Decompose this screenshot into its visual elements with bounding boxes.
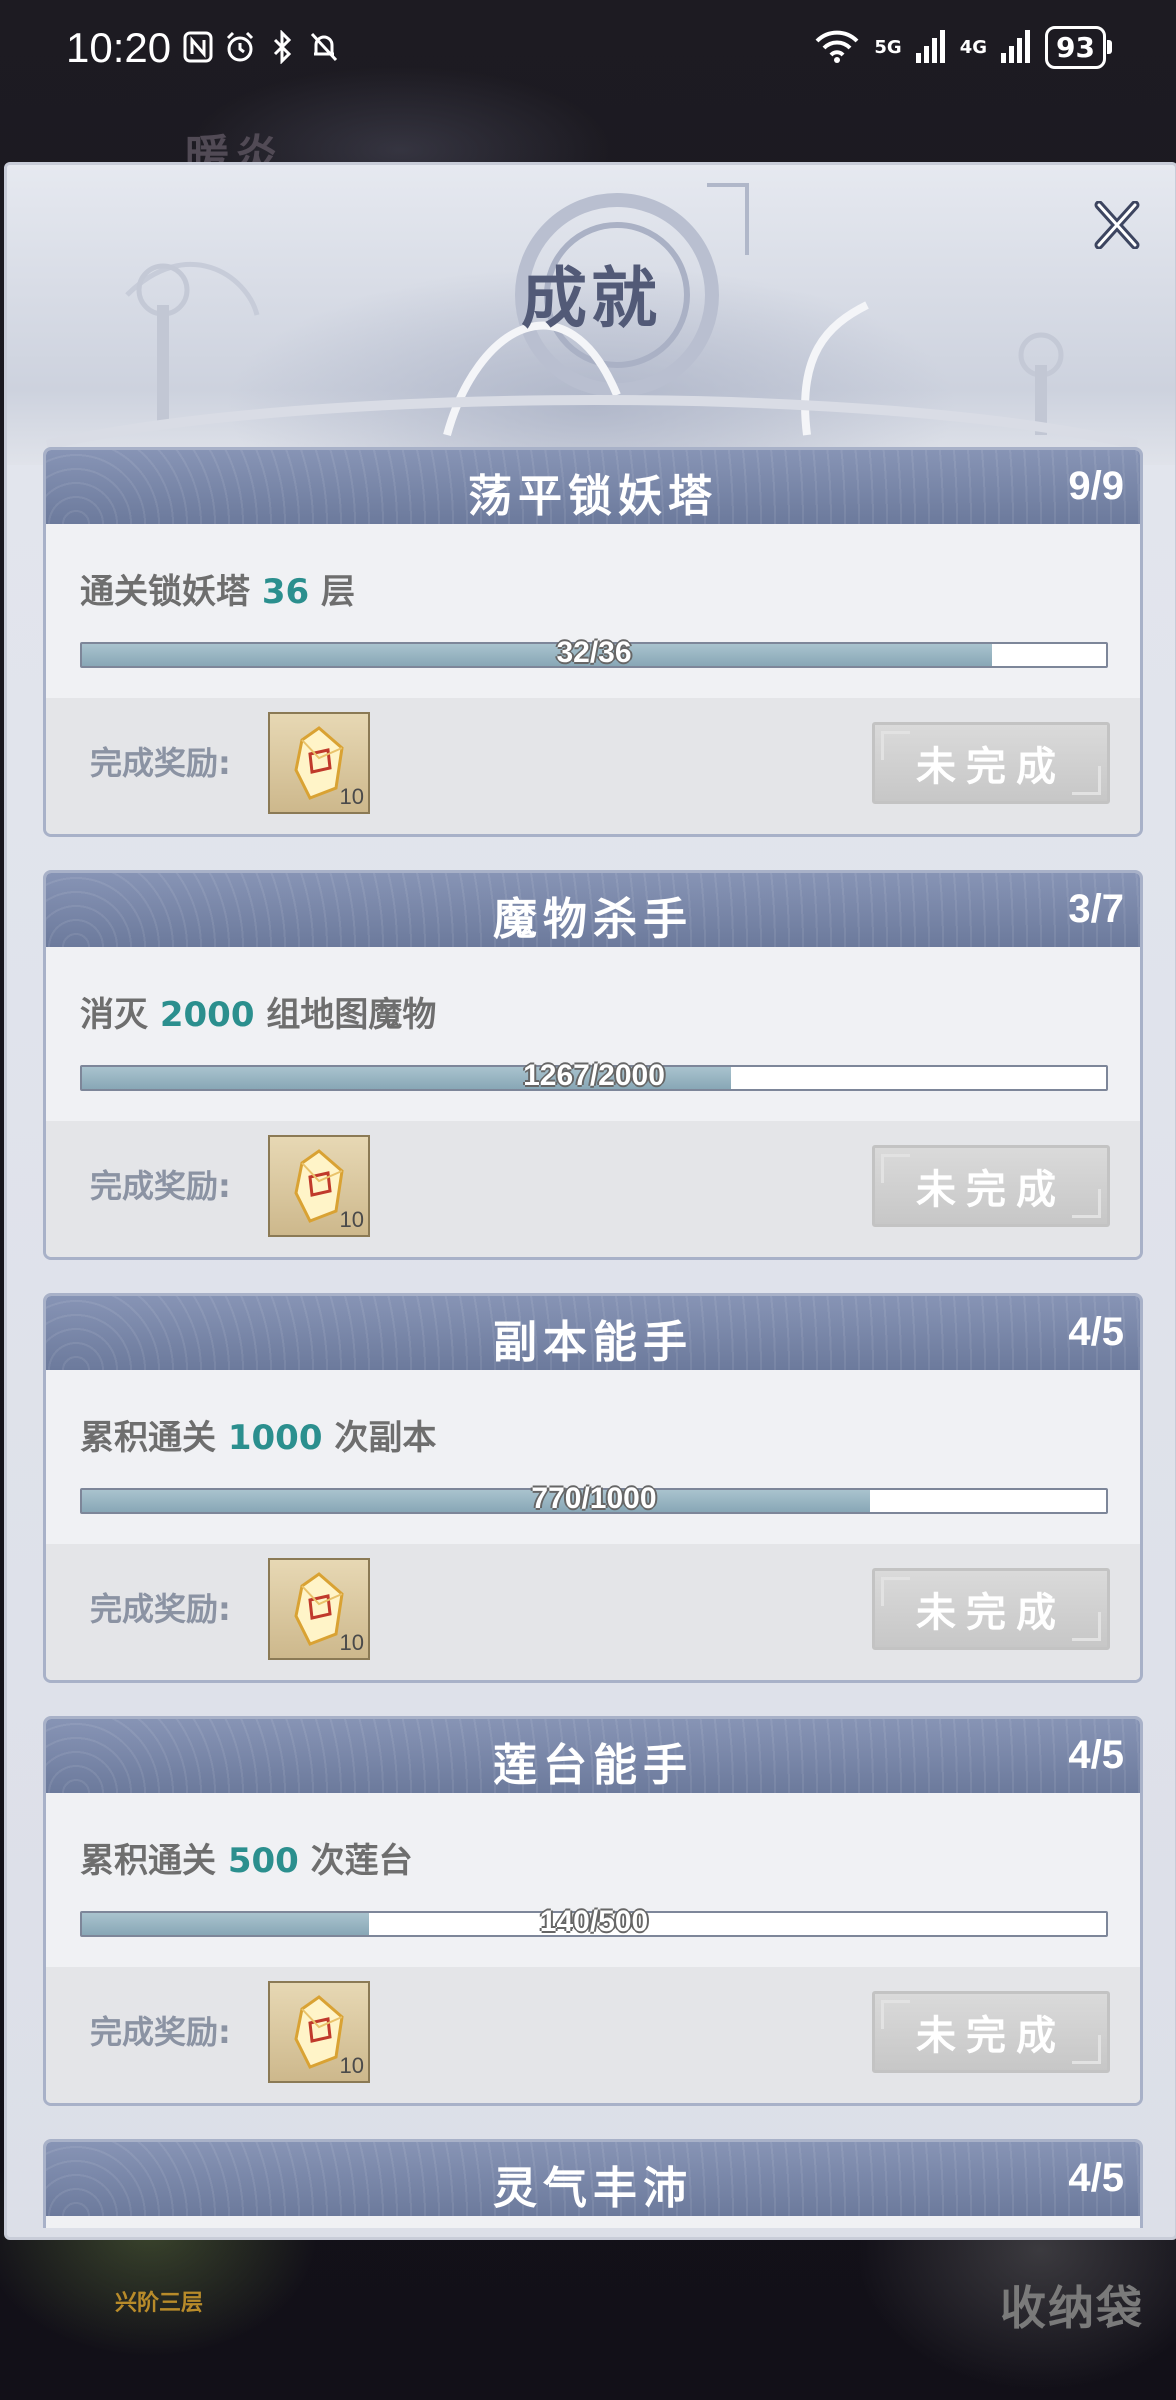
corner-decoration <box>1072 766 1101 795</box>
achievement-count: 4/5 <box>1068 1310 1124 1354</box>
achievement-title: 莲台能手 <box>493 1740 693 1791</box>
achievement-title: 灵气丰沛 <box>493 2163 693 2214</box>
target-number: 36 <box>261 572 310 612</box>
achievement-count: 4/5 <box>1068 2156 1124 2200</box>
corner-decoration <box>881 1577 910 1606</box>
signal-icon <box>1001 29 1031 67</box>
reward-item[interactable]: 10 <box>268 1558 370 1660</box>
corner-decoration <box>1072 2035 1101 2064</box>
reward-item[interactable]: 10 <box>268 1981 370 2083</box>
reward-item[interactable]: 10 <box>268 712 370 814</box>
status-bar: 10:20 5G 4G 93 <box>0 0 1176 100</box>
progress-bar: 140/500 <box>80 1905 1108 1938</box>
reward-row: 完成奖励: 10 未完成 <box>46 1544 1140 1680</box>
claim-button[interactable]: 未完成 <box>872 1568 1110 1650</box>
achievement-description: 累积通关 1000 次副本 <box>80 1418 437 1458</box>
claim-button[interactable]: 未完成 <box>872 722 1110 804</box>
network-5g-label: 5G <box>874 36 902 58</box>
mute-icon <box>308 30 340 64</box>
panel-title: 成就 <box>521 259 661 337</box>
achievement-count: 9/9 <box>1068 464 1124 508</box>
achievement-list[interactable]: 荡平锁妖塔 9/9 通关锁妖塔 36 层 32/36 完成奖励: 10 未完成 … <box>43 447 1143 2237</box>
claim-button-label: 未完成 <box>916 1590 1066 1636</box>
claim-button[interactable]: 未完成 <box>872 1991 1110 2073</box>
corner-decoration <box>1072 1612 1101 1641</box>
network-4g-label: 4G <box>959 36 988 58</box>
achievement-card: 荡平锁妖塔 9/9 通关锁妖塔 36 层 32/36 完成奖励: 10 未完成 <box>43 447 1143 837</box>
panel-header: 成就 <box>7 165 1175 465</box>
claim-button-label: 未完成 <box>916 1167 1066 1213</box>
achievement-card: 莲台能手 4/5 累积通关 500 次莲台 140/500 完成奖励: 10 未… <box>43 1716 1143 2106</box>
claim-button[interactable]: 未完成 <box>872 1145 1110 1227</box>
target-number: 1000 <box>227 1418 323 1458</box>
achievement-header: 灵气丰沛 4/5 <box>46 2142 1140 2216</box>
bluetooth-icon <box>266 29 298 65</box>
reward-label: 完成奖励: <box>90 1590 231 1628</box>
achievement-count: 3/7 <box>1068 887 1124 931</box>
achievement-card: 灵气丰沛 4/5 <box>43 2139 1143 2231</box>
claim-button-label: 未完成 <box>916 2013 1066 2059</box>
progress-text: 140/500 <box>539 1905 649 1938</box>
corner-decoration <box>881 731 910 760</box>
reward-label: 完成奖励: <box>90 2013 231 2051</box>
reward-label: 完成奖励: <box>90 1167 231 1205</box>
reward-quantity: 10 <box>339 1630 364 1655</box>
battery-indicator: 93 <box>1045 26 1112 69</box>
target-number: 500 <box>227 1841 299 1881</box>
reward-row: 完成奖励: 10 未完成 <box>46 1967 1140 2103</box>
close-icon <box>1094 200 1140 250</box>
achievement-header: 荡平锁妖塔 9/9 <box>46 450 1140 524</box>
status-icons <box>182 29 340 65</box>
reward-quantity: 10 <box>339 2053 364 2078</box>
achievement-panel: 成就 荡平锁妖塔 9/9 通关锁妖塔 36 层 32/36 完成奖励: 10 未… <box>4 162 1176 2240</box>
reward-row: 完成奖励: 10 未完成 <box>46 698 1140 834</box>
corner-decoration <box>1072 1189 1101 1218</box>
achievement-title: 魔物杀手 <box>493 894 693 945</box>
system-status: 5G 4G 93 <box>814 26 1112 69</box>
progress-bar: 770/1000 <box>80 1482 1108 1515</box>
reward-row: 完成奖励: 10 未完成 <box>46 1121 1140 1257</box>
achievement-title: 副本能手 <box>493 1317 693 1368</box>
achievement-header: 副本能手 4/5 <box>46 1296 1140 1370</box>
reward-label: 完成奖励: <box>90 744 231 782</box>
reward-item[interactable]: 10 <box>268 1135 370 1237</box>
corner-decoration <box>881 2000 910 2029</box>
signal-icon <box>915 29 946 67</box>
background-left-label: 兴阶三层 <box>115 2291 204 2316</box>
achievement-card: 魔物杀手 3/7 消灭 2000 组地图魔物 1267/2000 完成奖励: 1… <box>43 870 1143 1260</box>
achievement-header: 魔物杀手 3/7 <box>46 873 1140 947</box>
progress-bar: 1267/2000 <box>80 1059 1108 1092</box>
alarm-icon <box>224 30 256 64</box>
achievement-card: 副本能手 4/5 累积通关 1000 次副本 770/1000 完成奖励: 10 <box>43 1293 1143 1683</box>
progress-bar: 32/36 <box>80 636 1108 669</box>
claim-button-label: 未完成 <box>916 744 1066 790</box>
achievement-description: 累积通关 500 次莲台 <box>80 1841 413 1881</box>
progress-text: 770/1000 <box>531 1482 657 1515</box>
achievement-header: 莲台能手 4/5 <box>46 1719 1140 1793</box>
progress-text: 32/36 <box>556 636 632 669</box>
wifi-icon <box>814 29 860 67</box>
achievement-count: 4/5 <box>1068 1733 1124 1777</box>
close-button[interactable] <box>1093 200 1141 250</box>
clock: 10:20 <box>66 24 172 71</box>
achievement-description: 通关锁妖塔 36 层 <box>80 572 356 612</box>
corner-decoration <box>881 1154 910 1183</box>
progress-text: 1267/2000 <box>523 1059 665 1092</box>
reward-quantity: 10 <box>339 1207 364 1232</box>
background-right-label: 收纳袋 <box>1000 2281 1144 2335</box>
achievement-title: 荡平锁妖塔 <box>468 471 718 522</box>
reward-quantity: 10 <box>339 784 364 809</box>
achievement-description: 消灭 2000 组地图魔物 <box>80 995 437 1035</box>
nfc-icon <box>182 30 214 64</box>
target-number: 2000 <box>159 995 255 1035</box>
